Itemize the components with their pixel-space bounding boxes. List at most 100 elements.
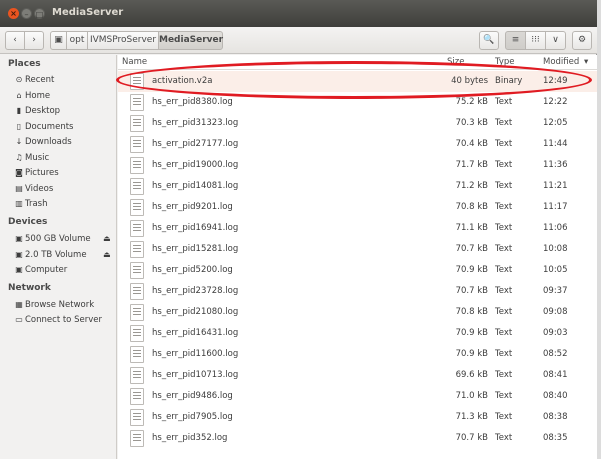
sidebar-item-500gb-volume[interactable]: ▣ 500 GB Volume bbox=[14, 234, 90, 248]
sidebar-item-computer[interactable]: ▣ Computer bbox=[14, 265, 67, 279]
forward-button[interactable]: › bbox=[24, 31, 44, 50]
file-name: hs_err_pid8380.log bbox=[152, 97, 233, 107]
file-type: Text bbox=[495, 391, 513, 401]
file-size: 75.2 kB bbox=[455, 97, 488, 107]
trash-icon: ▥ bbox=[15, 199, 23, 208]
breadcrumb-drive-icon[interactable]: ▣ bbox=[50, 31, 67, 50]
sidebar-item-label: Recent bbox=[25, 75, 55, 85]
computer-icon: ▣ bbox=[15, 265, 23, 274]
sidebar-item-videos[interactable]: ▤ Videos bbox=[14, 184, 53, 198]
file-row[interactable]: hs_err_pid10713.log 69.6 kB Text 08:41 bbox=[118, 365, 597, 386]
minimize-window-button[interactable]: – bbox=[21, 8, 32, 19]
file-type: Text bbox=[495, 412, 513, 422]
clock-icon: ⊙ bbox=[15, 75, 23, 84]
breadcrumb-mediaserver[interactable]: MediaServer bbox=[158, 31, 223, 50]
sidebar-item-2tb-volume[interactable]: ▣ 2.0 TB Volume bbox=[14, 250, 86, 264]
view-options-button[interactable]: ∨ bbox=[545, 31, 566, 50]
sidebar-item-label: Music bbox=[25, 153, 50, 163]
file-row[interactable]: hs_err_pid21080.log 70.8 kB Text 09:08 bbox=[118, 302, 597, 323]
file-name: hs_err_pid10713.log bbox=[152, 370, 239, 380]
file-icon bbox=[130, 325, 144, 342]
maximize-window-button[interactable]: □ bbox=[34, 8, 45, 19]
back-button[interactable]: ‹ bbox=[5, 31, 25, 50]
gear-icon: ⚙ bbox=[577, 35, 587, 45]
file-row[interactable]: hs_err_pid23728.log 70.7 kB Text 09:37 bbox=[118, 281, 597, 302]
file-type: Text bbox=[495, 433, 513, 443]
file-manager-window: × – □ MediaServer ‹ › ▣ opt IVMSProServe… bbox=[0, 0, 597, 459]
file-modified: 09:08 bbox=[543, 307, 568, 317]
camera-icon: ◙ bbox=[15, 168, 23, 177]
file-type: Text bbox=[495, 118, 513, 128]
file-modified: 12:05 bbox=[543, 118, 568, 128]
eject-icon[interactable]: ⏏ bbox=[103, 234, 111, 243]
sidebar-item-trash[interactable]: ▥ Trash bbox=[14, 199, 47, 213]
file-row[interactable]: hs_err_pid11600.log 70.9 kB Text 08:52 bbox=[118, 344, 597, 365]
file-size: 70.9 kB bbox=[455, 328, 488, 338]
file-size: 71.2 kB bbox=[455, 181, 488, 191]
file-name: hs_err_pid31323.log bbox=[152, 118, 239, 128]
sidebar-item-documents[interactable]: ▯ Documents bbox=[14, 122, 74, 136]
sidebar-item-label: Trash bbox=[25, 199, 48, 209]
breadcrumb-ivmsproserver[interactable]: IVMSProServer bbox=[87, 31, 159, 50]
file-row[interactable]: hs_err_pid5200.log 70.9 kB Text 10:05 bbox=[118, 260, 597, 281]
close-window-button[interactable]: × bbox=[8, 8, 19, 19]
sidebar-item-desktop[interactable]: ▮ Desktop bbox=[14, 106, 60, 120]
search-icon: 🔍 bbox=[483, 35, 495, 45]
sidebar-item-recent[interactable]: ⊙ Recent bbox=[14, 75, 55, 89]
file-row[interactable]: hs_err_pid19000.log 71.7 kB Text 11:36 bbox=[118, 155, 597, 176]
sidebar-item-downloads[interactable]: ↓ Downloads bbox=[14, 137, 72, 151]
file-row[interactable]: hs_err_pid16431.log 70.9 kB Text 09:03 bbox=[118, 323, 597, 344]
sidebar-item-pictures[interactable]: ◙ Pictures bbox=[14, 168, 59, 182]
download-icon: ↓ bbox=[15, 137, 23, 146]
file-size: 70.3 kB bbox=[455, 118, 488, 128]
sidebar-item-music[interactable]: ♫ Music bbox=[14, 153, 49, 167]
file-modified: 10:08 bbox=[543, 244, 568, 254]
column-name[interactable]: Name bbox=[122, 57, 147, 67]
sidebar-item-label: Videos bbox=[25, 184, 54, 194]
documents-icon: ▯ bbox=[16, 122, 22, 131]
settings-button[interactable]: ⚙ bbox=[572, 31, 592, 50]
file-name: hs_err_pid21080.log bbox=[152, 307, 239, 317]
column-size[interactable]: Size bbox=[447, 57, 464, 67]
file-row[interactable]: hs_err_pid8380.log 75.2 kB Text 12:22 bbox=[118, 92, 597, 113]
file-row[interactable]: hs_err_pid27177.log 70.4 kB Text 11:44 bbox=[118, 134, 597, 155]
file-icon bbox=[130, 304, 144, 321]
file-icon bbox=[130, 199, 144, 216]
sidebar-item-browse-network[interactable]: ▦ Browse Network bbox=[14, 300, 94, 314]
sidebar-item-connect-to-server[interactable]: ▭ Connect to Server bbox=[14, 315, 102, 329]
file-row[interactable]: hs_err_pid9201.log 70.8 kB Text 11:17 bbox=[118, 197, 597, 218]
file-name: hs_err_pid9486.log bbox=[152, 391, 233, 401]
file-name: hs_err_pid7905.log bbox=[152, 412, 233, 422]
file-row[interactable]: activation.v2a 40 bytes Binary 12:49 bbox=[118, 71, 597, 92]
grid-view-button[interactable]: ⁝⁝⁝ bbox=[525, 31, 546, 50]
file-icon bbox=[130, 367, 144, 384]
file-type: Text bbox=[495, 370, 513, 380]
eject-icon[interactable]: ⏏ bbox=[103, 250, 111, 259]
file-row[interactable]: hs_err_pid9486.log 71.0 kB Text 08:40 bbox=[118, 386, 597, 407]
file-row[interactable]: hs_err_pid7905.log 71.3 kB Text 08:38 bbox=[118, 407, 597, 428]
file-icon bbox=[130, 157, 144, 174]
file-size: 71.7 kB bbox=[455, 160, 488, 170]
sidebar-item-home[interactable]: ⌂ Home bbox=[14, 91, 50, 105]
column-type[interactable]: Type bbox=[495, 57, 515, 67]
title-bar[interactable]: × – □ MediaServer bbox=[0, 0, 597, 27]
file-row[interactable]: hs_err_pid31323.log 70.3 kB Text 12:05 bbox=[118, 113, 597, 134]
list-view-button[interactable]: ≡ bbox=[505, 31, 526, 50]
file-row[interactable]: hs_err_pid15281.log 70.7 kB Text 10:08 bbox=[118, 239, 597, 260]
file-modified: 08:40 bbox=[543, 391, 568, 401]
file-icon bbox=[130, 94, 144, 111]
file-row[interactable]: hs_err_pid14081.log 71.2 kB Text 11:21 bbox=[118, 176, 597, 197]
file-row[interactable]: hs_err_pid16941.log 71.1 kB Text 11:06 bbox=[118, 218, 597, 239]
sidebar-item-label: Home bbox=[25, 91, 51, 101]
breadcrumb-opt[interactable]: opt bbox=[66, 31, 88, 50]
file-type: Text bbox=[495, 328, 513, 338]
search-button[interactable]: 🔍 bbox=[479, 31, 499, 50]
sidebar-item-label: Computer bbox=[25, 265, 68, 275]
file-type: Text bbox=[495, 223, 513, 233]
file-modified: 11:06 bbox=[543, 223, 568, 233]
file-row[interactable]: hs_err_pid352.log 70.7 kB Text 08:35 bbox=[118, 428, 597, 449]
file-size: 70.7 kB bbox=[455, 286, 488, 296]
music-icon: ♫ bbox=[15, 153, 23, 162]
grid-view-icon: ⁝⁝⁝ bbox=[531, 35, 540, 45]
column-modified[interactable]: Modified bbox=[543, 57, 579, 67]
